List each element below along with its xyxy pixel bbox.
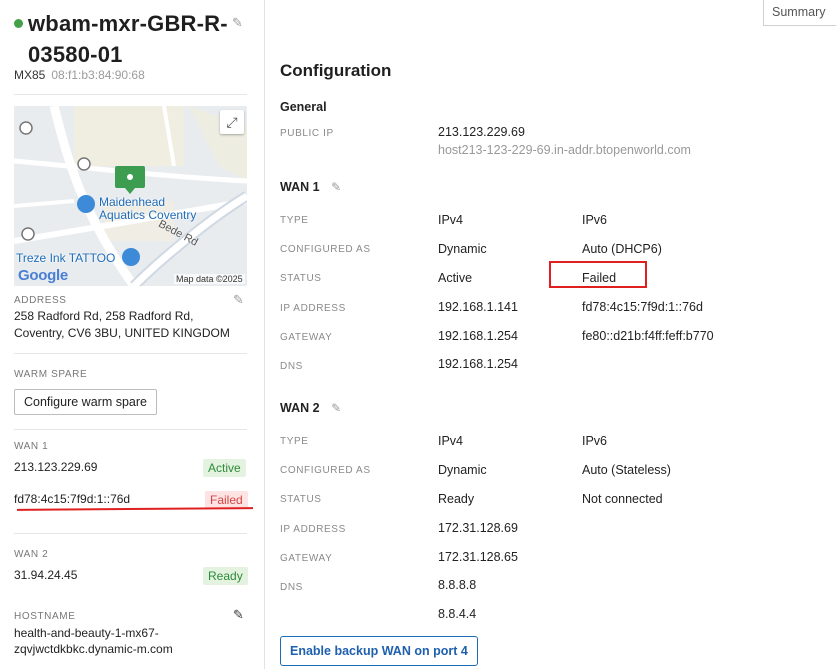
warm-spare-label: WARM SPARE xyxy=(14,369,88,380)
wan1-dns-ipv4: 192.168.1.254 xyxy=(438,357,518,371)
wan2-type-ipv6: IPv6 xyxy=(582,434,608,448)
divider xyxy=(14,533,247,534)
wan2-status-label: STATUS xyxy=(280,494,322,505)
expand-map-icon[interactable]: ⤢ xyxy=(220,110,244,134)
wan2-ip-label: IP ADDRESS xyxy=(280,524,346,535)
wan1-label: WAN 1 xyxy=(14,441,49,452)
public-ip-label: PUBLIC IP xyxy=(280,128,334,139)
wan1-gateway-ipv6: fe80::d21b:f4ff:feff:b770 xyxy=(582,329,714,343)
wan2-heading-text: WAN 2 xyxy=(280,401,320,415)
edit-wan2-pencil-icon[interactable]: ✎ xyxy=(331,401,341,415)
device-model: MX85 xyxy=(14,68,46,82)
main-content: Summary Configuration General PUBLIC IP … xyxy=(266,0,836,669)
wan1-ip-label: IP ADDRESS xyxy=(280,303,346,314)
divider xyxy=(14,353,247,354)
wan1-ip-ipv4: 192.168.1.141 xyxy=(438,300,518,314)
device-sidebar: wbam-mxr-GBR-R-03580-01 ✎ MX85 08:f1:b3:8… xyxy=(0,0,265,669)
wan2-configured-label: CONFIGURED AS xyxy=(280,465,371,476)
edit-wan1-pencil-icon[interactable]: ✎ xyxy=(331,180,341,194)
edit-name-pencil-icon[interactable]: ✎ xyxy=(232,16,243,29)
enable-backup-wan-button[interactable]: Enable backup WAN on port 4 xyxy=(280,636,478,666)
divider xyxy=(14,429,247,430)
wan1-gateway-ipv4: 192.168.1.254 xyxy=(438,329,518,343)
edit-address-pencil-icon[interactable]: ✎ xyxy=(233,293,244,306)
map-place-label: Aquatics Coventry xyxy=(99,208,197,222)
hostname-line: zqvjwctdkbkc.dynamic-m.com xyxy=(14,642,173,656)
device-model-line: MX85 08:f1:b3:84:90:68 xyxy=(14,68,145,82)
address-line: Coventry, CV6 3BU, UNITED KINGDOM xyxy=(14,326,230,340)
address-line: 258 Radford Rd, 258 Radford Rd, xyxy=(14,309,194,323)
wan2-status-ipv6: Not connected xyxy=(582,492,663,506)
map-credit: Map data ©2025 xyxy=(174,274,245,284)
highlight-underline xyxy=(16,507,254,511)
public-hostname-value: host213-123-229-69.in-addr.btopenworld.c… xyxy=(438,143,691,157)
highlight-box xyxy=(549,261,647,288)
wan1-ip-ipv6: fd78:4c15:7f9d:1::76d xyxy=(582,300,703,314)
wan2-type-label: TYPE xyxy=(280,436,309,447)
wan2-dns-label: DNS xyxy=(280,582,303,593)
hostname-line: health-and-beauty-1-mx67- xyxy=(14,626,159,640)
address-label: ADDRESS xyxy=(14,295,67,306)
wan2-gateway-ipv4: 172.31.128.65 xyxy=(438,550,518,564)
google-logo: Google xyxy=(18,267,68,284)
hostname-label: HOSTNAME xyxy=(14,611,76,622)
map-place-label: Treze Ink TATTOO xyxy=(16,251,116,265)
wan1-configured-ipv4: Dynamic xyxy=(438,242,487,256)
public-ip-value: 213.123.229.69 xyxy=(438,125,525,139)
tab-summary[interactable]: Summary xyxy=(763,0,836,26)
wan1-configured-label: CONFIGURED AS xyxy=(280,244,371,255)
wan2-ip: 31.94.24.45 xyxy=(14,568,78,582)
wan1-status-label: STATUS xyxy=(280,273,322,284)
device-location-map[interactable]: ⤢ Maidenhead Aquatics Coventry Treze Ink… xyxy=(14,106,247,286)
device-mac: 08:f1:b3:84:90:68 xyxy=(51,68,145,82)
wan1-dns-label: DNS xyxy=(280,361,303,372)
wan1-heading-text: WAN 1 xyxy=(280,180,320,194)
online-status-dot xyxy=(14,19,23,28)
device-name: wbam-mxr-GBR-R-03580-01 xyxy=(28,11,228,67)
wan1-type-label: TYPE xyxy=(280,215,309,226)
wan2-dns-primary: 8.8.8.8 xyxy=(438,578,477,592)
wan1-status-ipv4: Active xyxy=(438,271,473,285)
wan2-status-badge: Ready xyxy=(203,567,248,585)
wan1-type-ipv6: IPv6 xyxy=(582,213,608,227)
wan2-type-ipv4: IPv4 xyxy=(438,434,464,448)
wan2-heading: WAN 2 ✎ xyxy=(280,401,341,415)
wan1-ipv6: fd78:4c15:7f9d:1::76d xyxy=(14,492,131,506)
wan2-status-ipv4: Ready xyxy=(438,492,475,506)
wan2-label: WAN 2 xyxy=(14,549,49,560)
wan1-gateway-label: GATEWAY xyxy=(280,332,333,343)
google-logo-text: Google xyxy=(18,267,68,284)
page-title: Configuration xyxy=(280,61,392,80)
general-heading: General xyxy=(280,100,327,114)
wan2-configured-ipv4: Dynamic xyxy=(438,463,487,477)
divider xyxy=(14,94,247,95)
wan2-dns-secondary: 8.8.4.4 xyxy=(438,607,477,621)
configure-warm-spare-button[interactable]: Configure warm spare xyxy=(14,389,157,415)
wan1-type-ipv4: IPv4 xyxy=(438,213,464,227)
wan2-ip-ipv4: 172.31.128.69 xyxy=(438,521,518,535)
edit-hostname-pencil-icon[interactable]: ✎ xyxy=(233,608,244,621)
wan2-configured-ipv6: Auto (Stateless) xyxy=(582,463,671,477)
wan1-heading: WAN 1 ✎ xyxy=(280,180,341,194)
wan2-gateway-label: GATEWAY xyxy=(280,553,333,564)
wan1-configured-ipv6: Auto (DHCP6) xyxy=(582,242,662,256)
wan1-ipv4: 213.123.229.69 xyxy=(14,460,98,474)
wan1-ipv4-status-badge: Active xyxy=(203,459,246,477)
